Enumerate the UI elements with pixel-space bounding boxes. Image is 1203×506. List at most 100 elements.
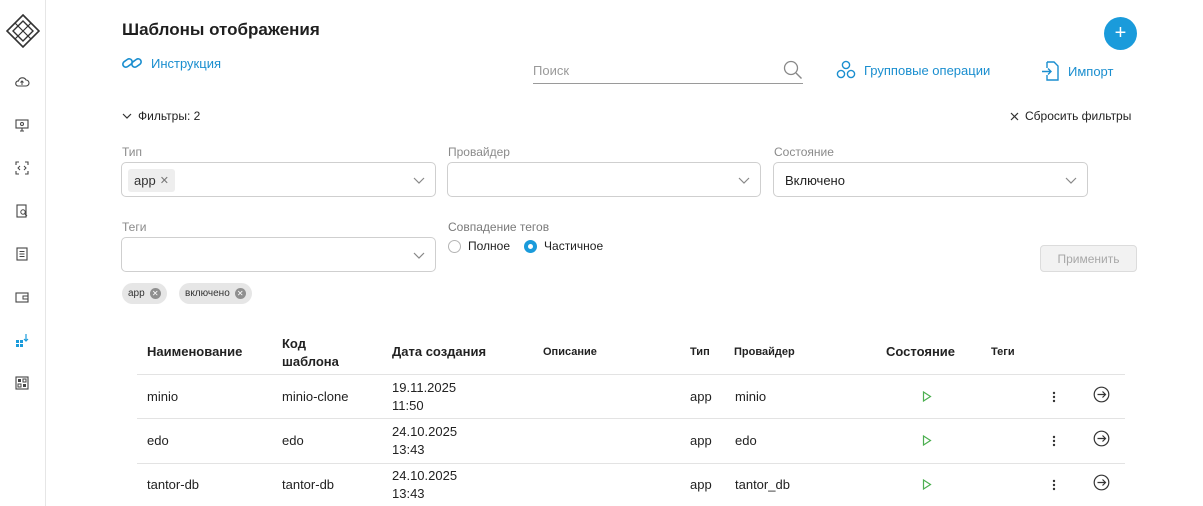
radio-unchecked-icon[interactable] (448, 239, 461, 253)
radio-checked-icon[interactable] (524, 239, 538, 253)
active-filter-pill-label: включено (185, 288, 230, 299)
provider-filter-label: Провайдер (448, 145, 510, 159)
clipboard-search-icon[interactable] (14, 203, 30, 219)
table-divider (137, 418, 1125, 419)
cell-name: minio (147, 389, 179, 404)
arrow-circle-right-icon[interactable] (1093, 430, 1110, 447)
apply-button[interactable]: Применить (1040, 245, 1137, 272)
pill-remove-icon[interactable]: ✕ (149, 288, 161, 299)
import-button[interactable]: Импорт (1040, 60, 1113, 82)
tag-match-partial-label: Частичное (544, 239, 604, 253)
column-header-name[interactable]: Наименование (147, 344, 242, 359)
table-divider (137, 463, 1125, 464)
instruction-label: Инструкция (151, 55, 221, 71)
cell-date: 19.11.2025 (392, 380, 457, 395)
tag-match-full-radio[interactable]: Полное (448, 239, 510, 253)
cell-time: 11:50 (392, 398, 424, 413)
arrow-circle-right-icon[interactable] (1093, 474, 1110, 491)
code-scan-icon[interactable] (14, 160, 30, 176)
tags-filter-label: Теги (122, 220, 147, 234)
type-filter-label: Тип (122, 145, 143, 159)
tag-match-label: Совпадение тегов (448, 220, 550, 234)
state-value: Включено (785, 173, 845, 188)
table-divider (137, 374, 1125, 375)
instruction-link[interactable]: Инструкция (121, 54, 221, 72)
cell-code: minio-clone (282, 389, 349, 404)
cell-date: 24.10.2025 (392, 424, 458, 439)
filters-count-label: Фильтры: 2 (138, 109, 201, 123)
sidebar (0, 0, 46, 506)
chevron-down-icon (413, 177, 425, 184)
type-select[interactable]: app ✕ (121, 162, 436, 197)
chevron-down-icon (122, 113, 132, 119)
cell-date: 24.10.2025 (392, 468, 458, 483)
column-header-created[interactable]: Дата создания (392, 344, 486, 359)
search-field[interactable] (533, 58, 803, 84)
cell-name: edo (147, 433, 169, 448)
column-header-code[interactable]: Код шаблона (282, 335, 362, 371)
column-header-type[interactable]: Тип (690, 346, 710, 358)
dashboard-icon[interactable] (14, 375, 30, 391)
chain-link-icon (122, 58, 142, 68)
state-filter-label: Состояние (774, 145, 834, 159)
active-filter-pill-label: app (128, 288, 145, 299)
column-header-description[interactable]: Описание (543, 346, 597, 358)
cell-name: tantor-db (147, 477, 200, 492)
cell-time: 13:43 (392, 442, 425, 457)
column-header-tags[interactable]: Теги (991, 346, 1015, 358)
tag-match-full-label: Полное (468, 239, 511, 253)
cell-type: app (690, 477, 712, 492)
app-logo[interactable] (6, 14, 40, 48)
cell-type: app (690, 389, 712, 404)
reset-filters-button[interactable]: Сбросить фильтры (1010, 109, 1131, 123)
templates-icon[interactable] (14, 332, 30, 348)
plus-icon: + (1114, 22, 1127, 44)
chevron-down-icon (738, 177, 750, 184)
search-input[interactable] (533, 58, 773, 82)
state-select[interactable]: Включено (773, 162, 1088, 197)
import-label: Импорт (1068, 63, 1114, 79)
wallet-icon[interactable] (14, 289, 30, 305)
close-icon (1010, 112, 1019, 120)
chevron-down-icon (413, 252, 425, 259)
cell-provider: tantor_db (735, 477, 790, 492)
cell-provider: edo (735, 433, 757, 448)
group-operations-button[interactable]: Групповые операции (836, 60, 990, 80)
chip-remove-icon[interactable]: ✕ (160, 174, 169, 187)
cloud-upload-icon[interactable] (14, 74, 30, 90)
cell-code: edo (282, 433, 304, 448)
more-vertical-icon[interactable] (1052, 390, 1056, 404)
pill-remove-icon[interactable]: ✕ (234, 288, 246, 299)
cell-code: tantor-db (282, 477, 335, 492)
import-file-icon (1042, 61, 1059, 81)
tag-match-partial-radio[interactable]: Частичное (524, 239, 603, 253)
active-filter-pill: включено ✕ (179, 283, 252, 304)
cell-time: 13:43 (392, 486, 425, 501)
play-icon[interactable] (922, 479, 932, 490)
monitor-settings-icon[interactable] (14, 117, 30, 133)
cell-type: app (690, 433, 712, 448)
more-vertical-icon[interactable] (1052, 478, 1056, 492)
column-header-provider[interactable]: Провайдер (734, 346, 795, 358)
reset-filters-label: Сбросить фильтры (1025, 109, 1132, 123)
group-operations-label: Групповые операции (864, 62, 991, 78)
arrow-circle-right-icon[interactable] (1093, 386, 1110, 403)
filters-toggle[interactable]: Фильтры: 2 (122, 109, 200, 123)
play-icon[interactable] (922, 391, 932, 402)
provider-select[interactable] (447, 162, 761, 197)
group-circles-icon (836, 60, 856, 79)
page-title: Шаблоны отображения (122, 20, 320, 39)
tag-match-radio-group: Полное Частичное (448, 239, 617, 253)
search-icon[interactable] (783, 60, 803, 80)
more-vertical-icon[interactable] (1052, 434, 1056, 448)
tags-select[interactable] (121, 237, 436, 272)
document-list-icon[interactable] (14, 246, 30, 262)
active-filter-pill: app ✕ (122, 283, 167, 304)
play-icon[interactable] (922, 435, 932, 446)
column-header-state[interactable]: Состояние (886, 344, 955, 359)
chevron-down-icon (1065, 177, 1077, 184)
type-chip-label: app (134, 173, 156, 188)
add-button[interactable]: + (1104, 17, 1137, 50)
cell-provider: minio (735, 389, 767, 404)
type-chip: app ✕ (128, 169, 175, 192)
